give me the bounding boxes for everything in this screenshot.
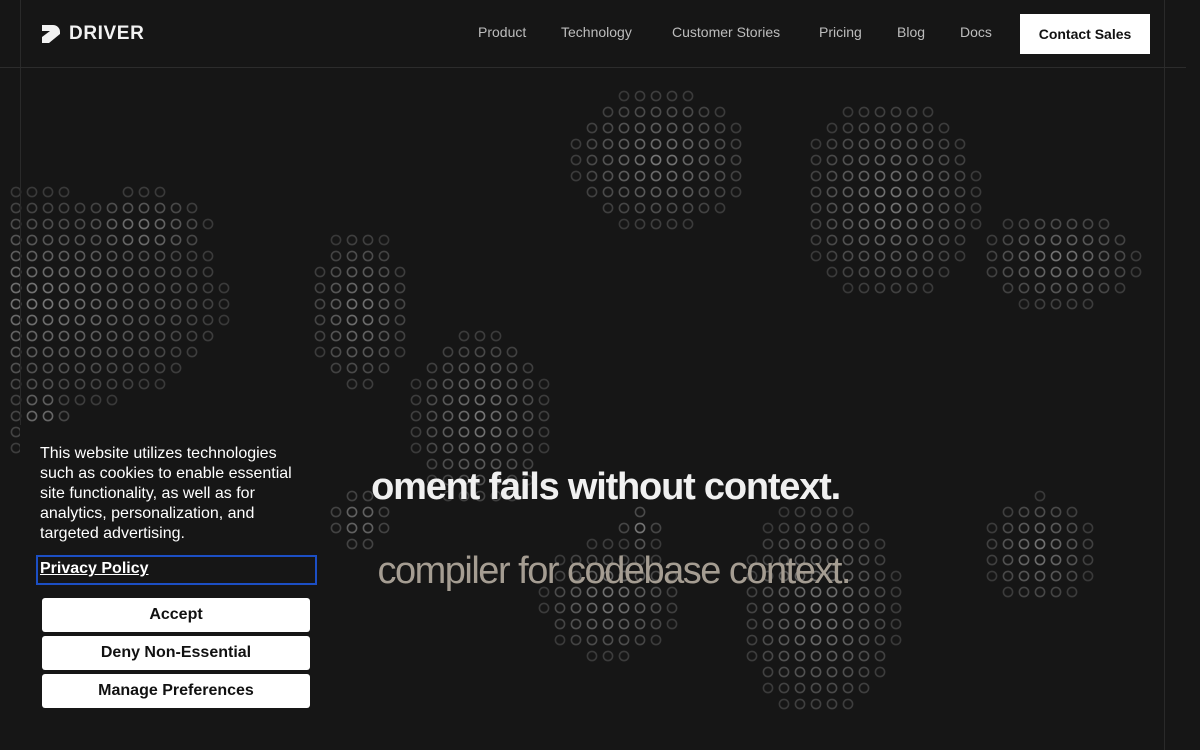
contact-sales-button[interactable]: Contact Sales (1020, 14, 1150, 54)
nav-blog[interactable]: Blog (897, 24, 925, 40)
nav-customer-stories[interactable]: Customer Stories (672, 24, 780, 40)
deny-non-essential-button[interactable]: Deny Non-Essential (42, 636, 310, 670)
page: DRIVER Product Technology Customer Stori… (0, 0, 1200, 750)
accept-cookies-button[interactable]: Accept (42, 598, 310, 632)
nav-technology[interactable]: Technology (561, 24, 632, 40)
nav-pricing[interactable]: Pricing (819, 24, 862, 40)
site-header: DRIVER Product Technology Customer Stori… (0, 0, 1200, 67)
frame-line-right (1164, 0, 1165, 750)
nav-product[interactable]: Product (478, 24, 526, 40)
header-divider (0, 67, 1186, 68)
privacy-policy-link[interactable]: Privacy Policy (36, 555, 317, 585)
manage-preferences-button[interactable]: Manage Preferences (42, 674, 310, 708)
cookie-consent-banner: This website utilizes technologies such … (20, 425, 320, 750)
nav-docs[interactable]: Docs (960, 24, 992, 40)
cookie-message: This website utilizes technologies such … (40, 445, 292, 542)
